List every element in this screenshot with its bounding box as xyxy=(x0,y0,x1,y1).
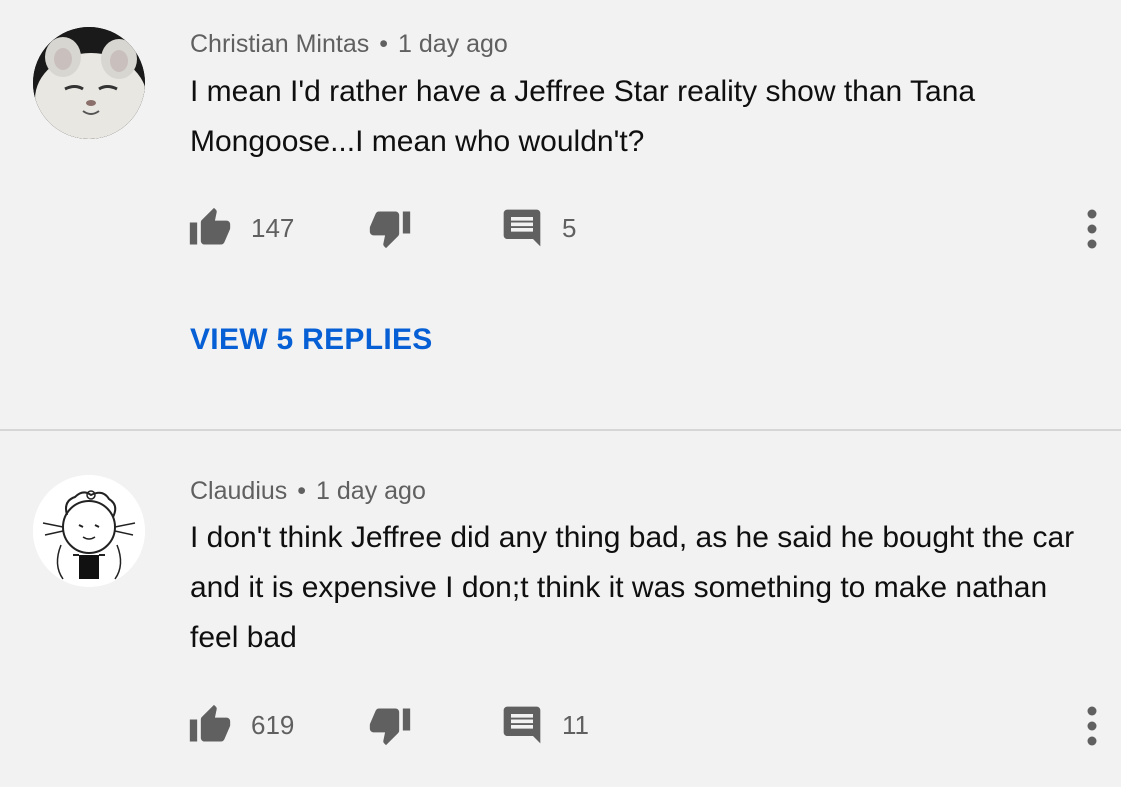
comment-thread: Claudius • 1 day ago I don't think Jeffree… xyxy=(0,431,1121,787)
thumbs-down-icon[interactable] xyxy=(368,703,412,747)
reply-count: 11 xyxy=(562,710,589,740)
like-count: 147 xyxy=(251,213,295,243)
comment-meta: Christian Mintas • 1 day ago xyxy=(190,30,508,59)
thumbs-up-icon[interactable] xyxy=(188,703,232,747)
timestamp[interactable]: 1 day ago xyxy=(316,477,426,505)
like-count: 619 xyxy=(251,710,295,740)
more-vertical-icon[interactable] xyxy=(1078,206,1106,252)
author-name[interactable]: Claudius xyxy=(190,477,287,505)
more-vertical-icon[interactable] xyxy=(1078,703,1106,749)
reply-count: 5 xyxy=(562,213,577,243)
comment-text: I don't think Jeffree did any thing bad,… xyxy=(190,521,1075,654)
thumbs-up-icon[interactable] xyxy=(188,206,232,250)
comment-icon[interactable] xyxy=(500,703,544,747)
comment-actions: 619 11 xyxy=(0,700,1121,750)
drawing-avatar-image xyxy=(33,475,145,587)
comment-meta: Claudius • 1 day ago xyxy=(190,477,426,506)
view-replies-button[interactable]: VIEW 5 REPLIES xyxy=(190,323,433,357)
separator-dot: • xyxy=(379,30,388,58)
timestamp[interactable]: 1 day ago xyxy=(398,30,508,58)
cat-avatar-image xyxy=(33,27,145,139)
separator-dot: • xyxy=(297,477,307,505)
comment-icon[interactable] xyxy=(500,206,544,250)
author-name[interactable]: Christian Mintas xyxy=(190,30,369,58)
comment-text: I mean I'd rather have a Jeffree Star re… xyxy=(190,75,976,158)
comment-actions: 147 5 xyxy=(0,203,1121,253)
comment-thread: Christian Mintas • 1 day ago I mean I'd ra… xyxy=(0,0,1121,429)
avatar[interactable] xyxy=(33,27,145,139)
avatar[interactable] xyxy=(33,475,145,587)
thumbs-down-icon[interactable] xyxy=(368,206,412,250)
